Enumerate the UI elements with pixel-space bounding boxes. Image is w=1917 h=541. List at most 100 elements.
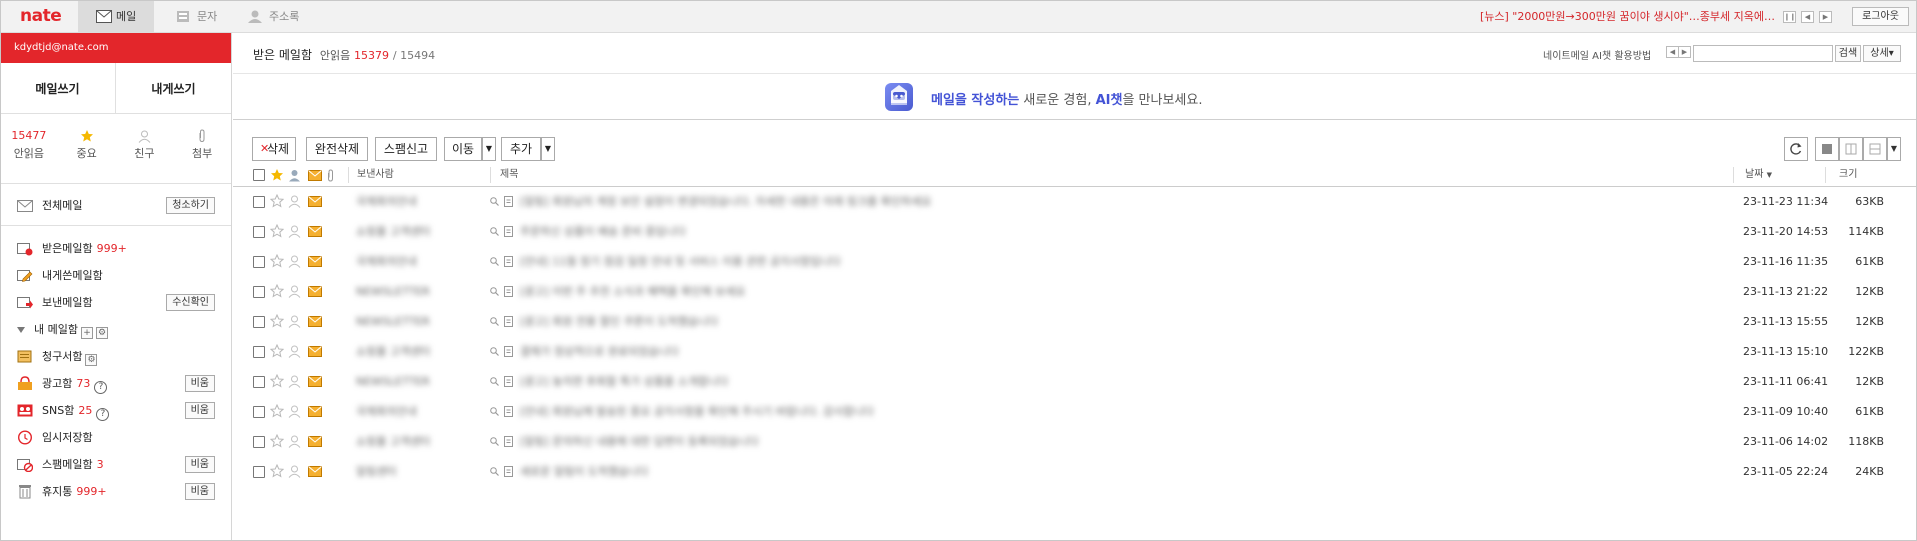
star-icon[interactable]: [270, 254, 284, 268]
unread-envelope-icon[interactable]: [308, 406, 322, 417]
mail-row[interactable]: NEWSLETTER [광고] 회원 전용 할인 쿠폰이 도착했습니다 23-1…: [233, 307, 1917, 337]
person-icon[interactable]: [288, 465, 301, 478]
mail-subject[interactable]: [알림] 문의하신 내용에 대한 답변이 등록되었습니다: [520, 427, 759, 457]
row-checkbox[interactable]: [253, 346, 265, 358]
mail-subject[interactable]: [알림] 회원님의 계정 보안 설정이 변경되었습니다. 자세한 내용은 아래 …: [520, 187, 931, 217]
ai-chat-banner[interactable]: 메일을 작성하는 새로운 경험, AI챗을 만나보세요.: [233, 73, 1917, 120]
preview-icon[interactable]: [490, 257, 499, 266]
news-prev-button[interactable]: ◀: [1801, 11, 1814, 23]
ai-next-button[interactable]: ▶: [1678, 46, 1691, 58]
stat-unread[interactable]: 15477 안읽음: [0, 128, 58, 183]
self-compose-button[interactable]: 내게쓰기: [116, 63, 231, 113]
open-new-window-icon[interactable]: [504, 256, 513, 267]
preview-icon[interactable]: [490, 377, 499, 386]
view-split-vertical-button[interactable]: [1839, 137, 1863, 161]
column-date[interactable]: 날짜 ▼: [1745, 163, 1772, 187]
folder-self[interactable]: 내게쓴메일함: [0, 262, 231, 289]
open-new-window-icon[interactable]: [504, 286, 513, 297]
empty-sns-button[interactable]: 비움: [184, 402, 215, 419]
mail-subject[interactable]: [안내] 11월 정기 점검 일정 안내 및 서비스 이용 관련 공지사항입니다: [520, 247, 841, 277]
view-list-button[interactable]: [1815, 137, 1839, 161]
star-icon[interactable]: [270, 284, 284, 298]
view-dropdown-icon[interactable]: ▼: [1887, 137, 1901, 161]
friend-sort-icon[interactable]: [288, 169, 301, 182]
unread-envelope-icon[interactable]: [308, 226, 322, 237]
open-new-window-icon[interactable]: [504, 376, 513, 387]
folder-settings-icon[interactable]: ⚙: [95, 327, 108, 339]
mail-sender[interactable]: 국제회의안내: [356, 397, 417, 427]
mail-row[interactable]: NEWSLETTER [광고] 놓치면 후회할 특가 상품을 소개합니다 23-…: [233, 367, 1917, 397]
folder-my-mailboxes[interactable]: 내 메일함 + ⚙: [0, 316, 231, 343]
star-icon[interactable]: [270, 434, 284, 448]
unread-envelope-icon[interactable]: [308, 196, 322, 207]
compose-button[interactable]: 메일쓰기: [0, 63, 116, 113]
help-icon[interactable]: ?: [94, 381, 108, 394]
mail-subject[interactable]: 결제가 정상적으로 완료되었습니다: [520, 337, 679, 367]
person-icon[interactable]: [288, 375, 301, 388]
person-icon[interactable]: [288, 315, 301, 328]
row-checkbox[interactable]: [253, 436, 265, 448]
mail-sender[interactable]: 쇼핑몰 고객센터: [356, 337, 430, 367]
folder-inbox[interactable]: 받은메일함 999+: [0, 235, 231, 262]
column-size[interactable]: 크기: [1839, 163, 1857, 187]
mail-row[interactable]: NEWSLETTER [광고] 이번 주 추천 소식과 혜택을 확인해 보세요 …: [233, 277, 1917, 307]
empty-spam-button[interactable]: 비움: [184, 456, 215, 473]
refresh-button[interactable]: [1784, 137, 1808, 161]
star-icon[interactable]: [270, 194, 284, 208]
mail-sender[interactable]: NEWSLETTER: [356, 367, 430, 397]
preview-icon[interactable]: [490, 227, 499, 236]
mail-sender[interactable]: NEWSLETTER: [356, 277, 430, 307]
unread-envelope-icon[interactable]: [308, 286, 322, 297]
mail-subject[interactable]: 새로운 알림이 도착했습니다: [520, 457, 648, 487]
person-icon[interactable]: [288, 405, 301, 418]
stat-important[interactable]: 중요: [58, 128, 116, 183]
row-checkbox[interactable]: [253, 226, 265, 238]
add-dropdown-icon[interactable]: ▼: [541, 137, 555, 161]
mail-sender[interactable]: 국제회의안내: [356, 187, 417, 217]
person-icon[interactable]: [288, 345, 301, 358]
preview-icon[interactable]: [490, 347, 499, 356]
news-pause-button[interactable]: ❙❙: [1783, 11, 1796, 23]
logout-button[interactable]: 로그아웃: [1852, 7, 1909, 26]
open-new-window-icon[interactable]: [504, 346, 513, 357]
mail-sender[interactable]: 쇼핑몰 고객센터: [356, 217, 430, 247]
row-checkbox[interactable]: [253, 376, 265, 388]
account-email[interactable]: kdydtjd@nate.com: [0, 33, 231, 63]
row-checkbox[interactable]: [253, 466, 265, 478]
mail-sender[interactable]: NEWSLETTER: [356, 307, 430, 337]
mail-row[interactable]: 쇼핑몰 고객센터 [알림] 문의하신 내용에 대한 답변이 등록되었습니다 23…: [233, 427, 1917, 457]
select-all-checkbox[interactable]: [253, 169, 265, 181]
folder-drafts[interactable]: 임시저장함: [0, 424, 231, 451]
open-new-window-icon[interactable]: [504, 316, 513, 327]
row-checkbox[interactable]: [253, 286, 265, 298]
folder-bills[interactable]: 청구서함 ⚙: [0, 343, 231, 370]
search-button[interactable]: 검색: [1835, 45, 1861, 62]
star-icon[interactable]: [270, 404, 284, 418]
unread-envelope-icon[interactable]: [308, 436, 322, 447]
folder-sent[interactable]: 보낸메일함 수신확인: [0, 289, 231, 316]
star-icon[interactable]: [270, 374, 284, 388]
person-icon[interactable]: [288, 195, 301, 208]
mail-subject[interactable]: [안내] 회원님께 발송된 중요 공지사항을 확인해 주시기 바랍니다. 감사합…: [520, 397, 874, 427]
mail-subject[interactable]: [광고] 이번 주 추천 소식과 혜택을 확인해 보세요: [520, 277, 745, 307]
empty-trash-button[interactable]: 비움: [184, 483, 215, 500]
news-ticker[interactable]: [뉴스] "2000만원→300만원 꿈이야 생시야"…종부세 지옥에…: [1470, 0, 1775, 33]
view-split-horizontal-button[interactable]: [1863, 137, 1887, 161]
read-sort-icon[interactable]: [308, 170, 322, 181]
person-icon[interactable]: [288, 435, 301, 448]
stat-friends[interactable]: 친구: [116, 128, 174, 183]
star-sort-icon[interactable]: [270, 168, 284, 182]
column-subject[interactable]: 제목: [500, 163, 518, 187]
unread-envelope-icon[interactable]: [308, 256, 322, 267]
preview-icon[interactable]: [490, 287, 499, 296]
preview-icon[interactable]: [490, 407, 499, 416]
mail-sender[interactable]: 쇼핑몰 고객센터: [356, 427, 430, 457]
open-new-window-icon[interactable]: [504, 436, 513, 447]
mail-subject[interactable]: [광고] 놓치면 후회할 특가 상품을 소개합니다: [520, 367, 728, 397]
star-icon[interactable]: [270, 224, 284, 238]
search-input[interactable]: [1693, 45, 1833, 62]
empty-ads-button[interactable]: 비움: [184, 375, 215, 392]
star-icon[interactable]: [270, 344, 284, 358]
person-icon[interactable]: [288, 285, 301, 298]
mail-sender[interactable]: 국제회의안내: [356, 247, 417, 277]
